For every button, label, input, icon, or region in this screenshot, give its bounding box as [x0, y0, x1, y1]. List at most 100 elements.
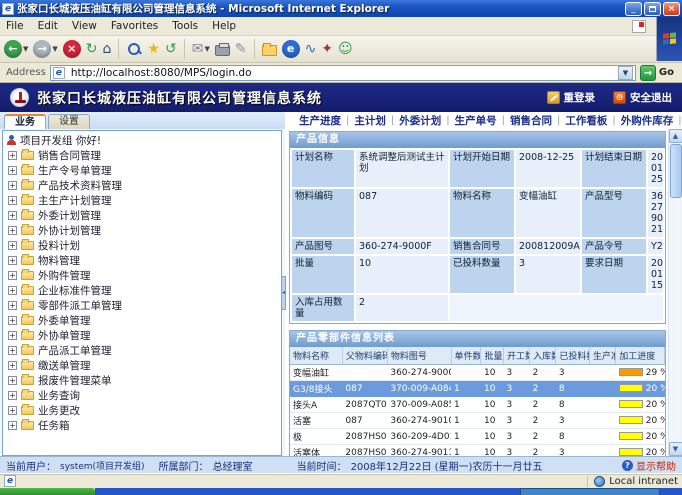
expand-plus-icon[interactable]: + [8, 391, 17, 400]
menu-tools[interactable]: Tools [172, 20, 198, 32]
sidebar-item-外协单管理[interactable]: +外协单管理 [6, 328, 281, 343]
home-button[interactable]: ⌂ [103, 40, 112, 58]
expand-plus-icon[interactable]: + [8, 421, 17, 430]
progress-bar [619, 448, 643, 456]
expand-plus-icon[interactable]: + [8, 196, 17, 205]
sidebar-item-外协计划管理[interactable]: +外协计划管理 [6, 223, 281, 238]
menu-extra-icon[interactable] [632, 20, 646, 33]
parts-cell: 接头A [290, 397, 342, 413]
minimize-button[interactable]: _ [625, 2, 642, 16]
table-row[interactable]: 活塞087360-274-9010F11032320 % [290, 413, 665, 429]
expand-plus-icon[interactable]: + [8, 406, 17, 415]
browser-button[interactable]: e [282, 40, 300, 58]
sidebar-collapse-handle[interactable]: ◂ [281, 276, 286, 310]
nav-item-4[interactable]: 生产单号 [455, 113, 497, 128]
sidebar-item-销售合同管理[interactable]: +销售合同管理 [6, 148, 281, 163]
menu-help[interactable]: Help [212, 20, 236, 32]
scroll-up-icon[interactable]: ▲ [669, 129, 682, 143]
messenger-button[interactable]: ∿ [305, 40, 317, 58]
expand-plus-icon[interactable]: + [8, 151, 17, 160]
relogin-button[interactable]: 重登录 [547, 90, 596, 105]
folder-icon [21, 271, 34, 280]
parts-cell: 1 [451, 413, 481, 429]
sidebar-item-报废件管理菜单[interactable]: +报废件管理菜单 [6, 373, 281, 388]
expand-plus-icon[interactable]: + [8, 166, 17, 175]
menu-edit[interactable]: Edit [38, 20, 58, 32]
show-help-button[interactable]: ? 显示帮助 [622, 458, 676, 473]
table-row[interactable]: 变幅油缸360-274-9000F1032329 % [290, 365, 665, 381]
menu-favorites[interactable]: Favorites [111, 20, 158, 32]
expand-plus-icon[interactable]: + [8, 286, 17, 295]
edit-button[interactable]: ✎ [235, 40, 247, 58]
main-vscrollbar[interactable]: ▲ ▼ [668, 129, 682, 456]
maximize-button[interactable] [644, 2, 661, 16]
expand-plus-icon[interactable]: + [8, 346, 17, 355]
tab-业务[interactable]: 业务 [4, 114, 46, 129]
expand-plus-icon[interactable]: + [8, 301, 17, 310]
mail-button[interactable]: ✉▼ [192, 40, 210, 58]
sidebar-item-零部件派工单管理[interactable]: +零部件派工单管理 [6, 298, 281, 313]
expand-plus-icon[interactable]: + [8, 211, 17, 220]
expand-plus-icon[interactable]: + [8, 271, 17, 280]
favorites-button[interactable]: ★ [147, 40, 160, 58]
nav-item-5[interactable]: 销售合同 [510, 113, 552, 128]
start-button-sliver[interactable] [0, 488, 95, 495]
parts-col-header: 已投料数 [556, 347, 590, 365]
back-button[interactable]: ←▼ [4, 40, 28, 58]
sidebar-item-业务更改[interactable]: +业务更改 [6, 403, 281, 418]
contacts-button[interactable]: ☺ [338, 40, 353, 58]
refresh-button[interactable]: ↻ [86, 40, 98, 58]
search-button[interactable] [126, 41, 142, 57]
sidebar-item-外购件管理[interactable]: +外购件管理 [6, 268, 281, 283]
tab-设置[interactable]: 设置 [48, 114, 90, 129]
logout-button[interactable]: ⊙ 安全退出 [613, 90, 672, 105]
expand-plus-icon[interactable]: + [8, 331, 17, 340]
vscroll-thumb[interactable] [670, 144, 682, 198]
expand-plus-icon[interactable]: + [8, 181, 17, 190]
table-row[interactable]: 接头A2087QT002370-009-A085011032820 % [290, 397, 665, 413]
expand-plus-icon[interactable]: + [8, 256, 17, 265]
sidebar-item-业务查询[interactable]: +业务查询 [6, 388, 281, 403]
scroll-down-icon[interactable]: ▼ [669, 442, 682, 456]
table-row[interactable]: 活塞体2087HS002360-274-9011W11032320 % [290, 445, 665, 457]
nav-item-3[interactable]: 外委计划 [399, 113, 441, 128]
menu-view[interactable]: View [72, 20, 97, 32]
field-value: 360-274-9000F [356, 239, 448, 254]
folders-button[interactable] [262, 42, 277, 56]
sidebar-item-外委单管理[interactable]: +外委单管理 [6, 313, 281, 328]
sidebar-item-产品技术资料管理[interactable]: +产品技术资料管理 [6, 178, 281, 193]
sidebar-item-投料计划[interactable]: +投料计划 [6, 238, 281, 253]
expand-plus-icon[interactable]: + [8, 361, 17, 370]
address-dropdown-icon[interactable]: ▼ [618, 66, 633, 80]
table-row[interactable]: G3/8接头087370-009-A084011032820 % [290, 381, 665, 397]
expand-plus-icon[interactable]: + [8, 316, 17, 325]
go-button[interactable]: → Go [640, 65, 678, 81]
expand-plus-icon[interactable]: + [8, 376, 17, 385]
sidebar-item-企业标准件管理[interactable]: +企业标准件管理 [6, 283, 281, 298]
address-input[interactable]: e http://localhost:8080/MPS/login.do ▼ [50, 65, 636, 81]
nav-item-7[interactable]: 外购件库存 [621, 113, 674, 128]
print-button[interactable] [215, 42, 230, 56]
sidebar-item-主生产计划管理[interactable]: +主生产计划管理 [6, 193, 281, 208]
sidebar-item-生产令号单管理[interactable]: +生产令号单管理 [6, 163, 281, 178]
tree-root-user[interactable]: 项目开发组 你好! [6, 133, 281, 148]
sidebar-item-外委计划管理[interactable]: +外委计划管理 [6, 208, 281, 223]
forward-button[interactable]: →▼ [33, 40, 57, 58]
sidebar-item-物料管理[interactable]: +物料管理 [6, 253, 281, 268]
netmeeting-button[interactable]: ✦ [321, 40, 333, 58]
parts-cell: 3 [503, 381, 529, 397]
sidebar-item-缴送单管理[interactable]: +缴送单管理 [6, 358, 281, 373]
nav-item-2[interactable]: 主计划 [354, 113, 386, 128]
sidebar-item-任务箱[interactable]: +任务箱 [6, 418, 281, 433]
menu-file[interactable]: File [6, 20, 24, 32]
taskbar-item[interactable] [520, 488, 660, 495]
stop-button[interactable]: × [63, 40, 81, 58]
table-row[interactable]: 极2087HS002360-209-4D01011032820 % [290, 429, 665, 445]
sidebar-item-产品派工单管理[interactable]: +产品派工单管理 [6, 343, 281, 358]
expand-plus-icon[interactable]: + [8, 241, 17, 250]
close-button[interactable]: × [663, 2, 680, 16]
nav-item-1[interactable]: 生产进度 [299, 113, 341, 128]
history-button[interactable]: ↺ [165, 40, 177, 58]
expand-plus-icon[interactable]: + [8, 226, 17, 235]
nav-item-6[interactable]: 工作看板 [565, 113, 607, 128]
